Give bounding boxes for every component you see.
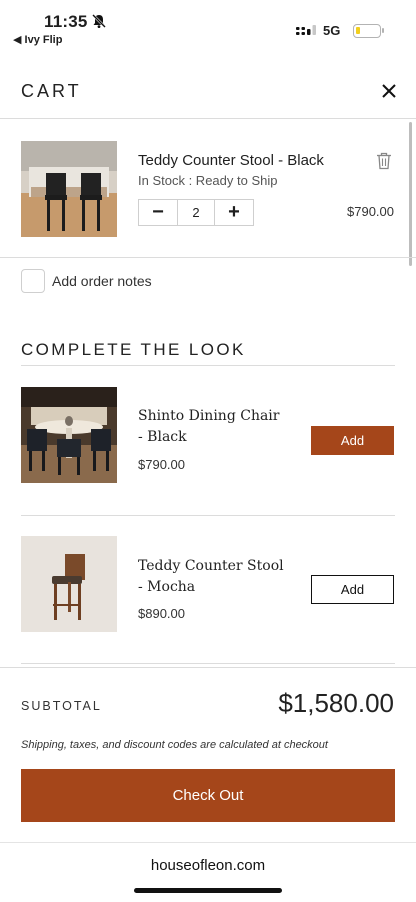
complete-the-look-heading: COMPLETE THE LOOK xyxy=(21,340,246,359)
status-bar: 11:35 ◀ Ivy Flip 5G xyxy=(0,0,416,56)
add-shinto-chair-button[interactable]: Add xyxy=(311,426,394,455)
bell-slash-icon xyxy=(92,14,106,28)
subtotal-value: $1,580.00 xyxy=(278,688,394,718)
order-notes-toggle[interactable]: Add order notes xyxy=(21,268,152,294)
cart-item-stock: In Stock : Ready to Ship xyxy=(138,173,278,188)
decrease-quantity-button[interactable]: − xyxy=(139,200,177,225)
battery-icon xyxy=(353,24,384,38)
cart-footer: SUBTOTAL $1,580.00 Shipping, taxes, and … xyxy=(0,667,416,847)
home-indicator[interactable] xyxy=(134,888,282,893)
order-notes-label[interactable]: Add order notes xyxy=(52,273,152,289)
cart-header: CART xyxy=(0,62,416,119)
divider xyxy=(21,365,395,366)
recommendation-image-shinto[interactable] xyxy=(21,387,117,483)
browser-url-bar: houseofleon.com xyxy=(0,842,416,902)
recommendation-name[interactable]: Teddy Counter Stool - Mocha xyxy=(138,556,288,598)
cart-title: CART xyxy=(21,81,82,101)
url-text[interactable]: houseofleon.com xyxy=(0,857,416,874)
cart-item-image[interactable] xyxy=(21,141,117,237)
trash-icon[interactable] xyxy=(376,152,392,170)
quantity-value[interactable]: 2 xyxy=(176,200,215,225)
subtotal-label: SUBTOTAL xyxy=(21,699,102,713)
recommendation-name[interactable]: Shinto Dining Chair - Black xyxy=(138,406,288,448)
shipping-note: Shipping, taxes, and discount codes are … xyxy=(21,739,328,751)
cart-item: Teddy Counter Stool - Black In Stock : R… xyxy=(0,120,416,258)
recommendation-image-teddy-mocha[interactable] xyxy=(21,536,117,632)
status-time: 11:35 xyxy=(44,12,88,31)
order-notes-checkbox[interactable] xyxy=(21,269,45,293)
recommendation-price: $890.00 xyxy=(138,606,185,621)
cart-item-price: $790.00 xyxy=(347,204,394,219)
recommendation-price: $790.00 xyxy=(138,457,185,472)
back-to-app-link[interactable]: ◀ Ivy Flip xyxy=(13,33,62,46)
quantity-stepper: − 2 + xyxy=(138,199,254,226)
checkout-button[interactable]: Check Out xyxy=(21,769,395,822)
divider xyxy=(21,515,395,516)
divider xyxy=(21,663,395,664)
signal-icon xyxy=(296,25,316,35)
increase-quantity-button[interactable]: + xyxy=(215,200,253,225)
close-icon[interactable] xyxy=(378,80,400,102)
cart-item-name[interactable]: Teddy Counter Stool - Black xyxy=(138,152,324,169)
add-teddy-mocha-button[interactable]: Add xyxy=(311,575,394,604)
network-label: 5G xyxy=(323,23,341,38)
